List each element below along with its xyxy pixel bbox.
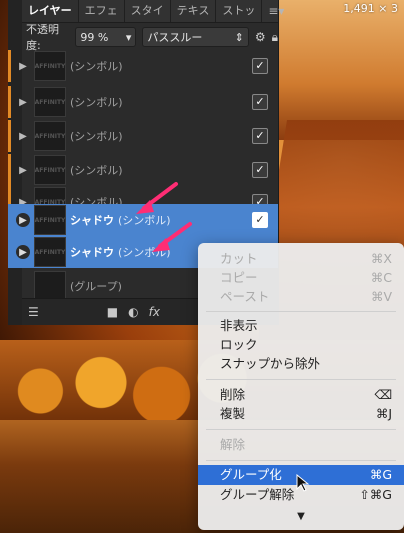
layer-type: (シンボル): [70, 164, 123, 177]
layer-row[interactable]: ▶ AFFINITY (シンボル) ✓: [8, 86, 278, 118]
expand-arrow-icon[interactable]: ▶: [16, 213, 30, 227]
layer-thumbnail: AFFINITY: [34, 51, 66, 81]
menu-item-cut[interactable]: カット ⌘X: [198, 249, 404, 269]
tab-text[interactable]: テキス: [171, 0, 217, 22]
menu-item-paste[interactable]: ペースト ⌘V: [198, 287, 404, 307]
updown-icon: ⇕: [234, 30, 244, 44]
background-sky: [260, 0, 404, 140]
opacity-label: 不透明度:: [26, 23, 59, 52]
tab-effects[interactable]: エフェ: [79, 0, 125, 22]
chevron-down-icon: ▾: [125, 30, 132, 44]
adjustment-icon[interactable]: ◐: [128, 305, 138, 319]
layer-thumbnail: AFFINITY: [34, 205, 66, 235]
expand-arrow-icon[interactable]: ▶: [16, 245, 30, 259]
menu-item-release[interactable]: 解除: [198, 435, 404, 455]
layer-label: (シンボル): [70, 58, 123, 74]
menu-item-hide[interactable]: 非表示: [198, 316, 404, 336]
layer-type: (グループ): [70, 280, 122, 293]
mouse-cursor-icon: [296, 474, 310, 492]
layer-accent: [8, 50, 11, 82]
expand-arrow-icon[interactable]: ▶: [16, 95, 30, 109]
layer-label: (シンボル): [70, 94, 123, 110]
menu-separator: [206, 429, 396, 430]
visibility-checkbox[interactable]: ✓: [252, 94, 268, 110]
menu-separator: [206, 460, 396, 461]
menu-separator: [206, 311, 396, 312]
layer-thumbnail: AFFINITY: [34, 121, 66, 151]
visibility-checkbox[interactable]: ✓: [252, 128, 268, 144]
lock-icon[interactable]: 🔒︎: [272, 30, 278, 45]
blend-mode-select[interactable]: パススルー ⇕: [142, 27, 249, 47]
mask-icon[interactable]: ■: [107, 305, 118, 319]
expand-arrow-icon[interactable]: ▶: [16, 129, 30, 143]
layer-name: シャドウ: [70, 246, 114, 259]
layer-label: (シンボル): [70, 128, 123, 144]
menu-item-lock[interactable]: ロック: [198, 335, 404, 355]
layer-type: (シンボル): [70, 96, 123, 109]
layer-controls: 不透明度: 99 % ▾ パススルー ⇕ ⚙ 🔒︎: [22, 23, 278, 52]
visibility-checkbox[interactable]: ✓: [252, 58, 268, 74]
menu-separator: [206, 379, 396, 380]
menu-scroll-down-icon[interactable]: ▼: [198, 511, 404, 522]
visibility-checkbox[interactable]: ✓: [252, 212, 268, 228]
layer-accent: [8, 120, 11, 152]
layer-name: シャドウ: [70, 214, 114, 227]
fx-icon[interactable]: fx: [149, 305, 160, 319]
pink-arrow-icon: [136, 182, 178, 214]
hamburger-icon[interactable]: ≡▾: [262, 4, 290, 18]
panel-tabs: レイヤー エフェ スタイ テキス ストッ ≡▾: [22, 0, 284, 23]
pink-arrow-icon: [152, 222, 192, 252]
menu-item-duplicate[interactable]: 複製 ⌘J: [198, 404, 404, 424]
layer-row[interactable]: ▶ AFFINITY (シンボル) ✓: [8, 120, 278, 152]
opacity-field[interactable]: 99 % ▾: [75, 27, 137, 47]
layer-thumbnail: [34, 271, 66, 301]
tab-stock[interactable]: ストッ: [216, 0, 263, 22]
gear-icon[interactable]: ⚙: [255, 30, 266, 44]
layer-row[interactable]: ▶ AFFINITY (シンボル) ✓: [8, 50, 278, 82]
visibility-checkbox[interactable]: ✓: [252, 162, 268, 178]
menu-item-exclude-snapping[interactable]: スナップから除外: [198, 354, 404, 374]
menu-item-copy[interactable]: コピー ⌘C: [198, 268, 404, 288]
tab-styles[interactable]: スタイ: [125, 0, 171, 22]
resolution-label: 1,491 × 3: [343, 2, 398, 15]
layer-type: (シンボル): [70, 60, 123, 73]
tab-layers[interactable]: レイヤー: [22, 0, 79, 22]
menu-item-delete[interactable]: 削除 ⌫: [198, 385, 404, 405]
layer-accent: [8, 154, 11, 186]
layer-label: (シンボル): [70, 162, 123, 178]
layers-stack-icon[interactable]: ☰: [28, 305, 39, 319]
blend-mode-value: パススルー: [147, 31, 203, 44]
layer-thumbnail: AFFINITY: [34, 237, 66, 267]
layer-accent: [8, 86, 11, 118]
layer-label: (グループ): [70, 278, 122, 294]
opacity-value: 99 %: [80, 30, 109, 44]
expand-arrow-icon[interactable]: ▶: [16, 59, 30, 73]
layer-thumbnail: AFFINITY: [34, 87, 66, 117]
expand-arrow-icon[interactable]: ▶: [16, 163, 30, 177]
layer-thumbnail: AFFINITY: [34, 155, 66, 185]
layer-type: (シンボル): [70, 130, 123, 143]
